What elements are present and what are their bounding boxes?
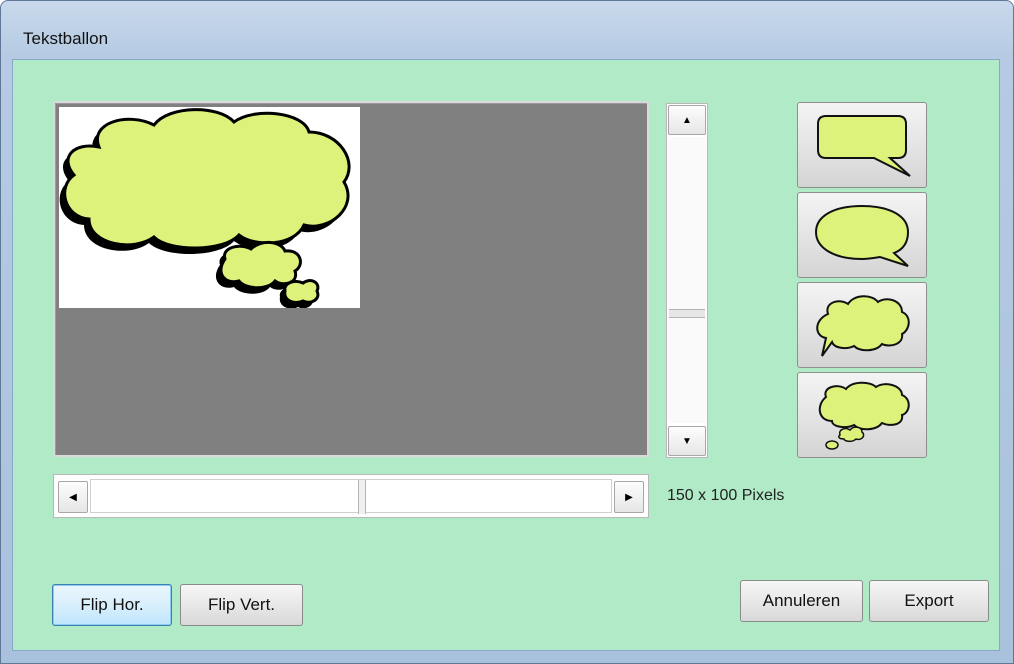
- thought-bubble-image: [59, 107, 360, 309]
- thought-bubble-button[interactable]: [797, 372, 927, 458]
- arrow-left-icon: ◀: [69, 491, 77, 503]
- rectangle-speech-bubble-button[interactable]: [797, 102, 927, 188]
- arrow-up-icon: ▲: [682, 114, 692, 126]
- cancel-button[interactable]: Annuleren: [740, 580, 863, 622]
- window-title: Tekstballon: [23, 29, 109, 48]
- export-button[interactable]: Export: [869, 580, 989, 622]
- dialog-window: Tekstballon ▲ ▼ ◀ ▶ 150 x 100 Pixels Fli…: [0, 0, 1014, 664]
- horizontal-scroll-thumb[interactable]: [358, 480, 366, 514]
- scroll-right-button[interactable]: ▶: [614, 481, 644, 513]
- scroll-left-button[interactable]: ◀: [58, 481, 88, 513]
- horizontal-scrollbar[interactable]: ◀ ▶: [53, 474, 649, 518]
- vertical-scrollbar[interactable]: ▲ ▼: [666, 103, 708, 458]
- image-size-label: 150 x 100 Pixels: [667, 487, 785, 504]
- scroll-up-button[interactable]: ▲: [668, 105, 706, 135]
- flip-horizontal-button[interactable]: Flip Hor.: [52, 584, 172, 626]
- rectangle-speech-bubble-icon: [810, 110, 914, 180]
- oval-speech-bubble-icon: [810, 200, 914, 270]
- preview-canvas: [53, 101, 649, 457]
- title-bar[interactable]: Tekstballon: [1, 1, 1013, 59]
- arrow-down-icon: ▼: [682, 435, 692, 447]
- cloud-speech-bubble-icon: [810, 290, 914, 360]
- cloud-speech-bubble-button[interactable]: [797, 282, 927, 368]
- vertical-scroll-thumb[interactable]: [669, 309, 705, 318]
- scroll-down-button[interactable]: ▼: [668, 426, 706, 456]
- horizontal-scroll-track[interactable]: [90, 479, 612, 513]
- oval-speech-bubble-button[interactable]: [797, 192, 927, 278]
- vertical-scroll-track[interactable]: [668, 137, 706, 423]
- thought-bubble-icon: [810, 379, 914, 451]
- arrow-right-icon: ▶: [625, 491, 633, 503]
- dialog-client-area: ▲ ▼ ◀ ▶ 150 x 100 Pixels Flip Hor. Flip …: [12, 59, 1000, 651]
- flip-vertical-button[interactable]: Flip Vert.: [180, 584, 303, 626]
